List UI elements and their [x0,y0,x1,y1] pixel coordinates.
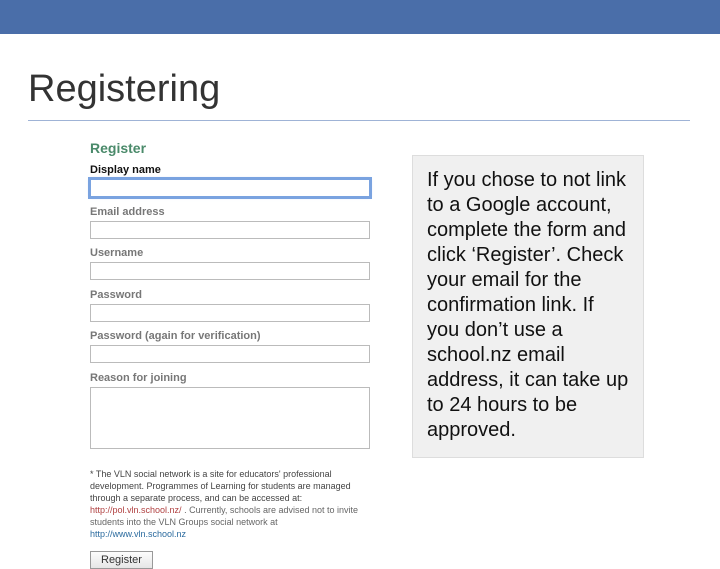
title-underline [28,120,690,121]
input-password2[interactable] [90,345,370,363]
label-password2: Password (again for verification) [90,330,390,342]
label-username: Username [90,247,390,259]
register-button[interactable]: Register [90,551,153,569]
label-reason: Reason for joining [90,372,390,384]
form-footnote: * The VLN social network is a site for e… [90,468,370,541]
footnote-link-2[interactable]: http://www.vln.school.nz [90,529,186,539]
label-display-name: Display name [90,164,390,176]
label-password: Password [90,289,390,301]
input-reason[interactable] [90,387,370,449]
input-username[interactable] [90,262,370,280]
register-form-screenshot: Register Display name Email address User… [90,140,390,569]
slide-title: Registering [28,68,220,111]
input-email[interactable] [90,221,370,239]
callout-text: If you chose to not link to a Google acc… [427,169,628,441]
footnote-link-1[interactable]: http://pol.vln.school.nz/ [90,505,182,515]
input-password[interactable] [90,304,370,322]
form-header: Register [90,140,390,156]
instruction-callout: If you chose to not link to a Google acc… [412,155,644,458]
slide: Registering Register Display name Email … [0,0,720,540]
input-display-name[interactable] [90,179,370,197]
label-email: Email address [90,206,390,218]
top-accent-bar [0,0,720,34]
footnote-text-1: * The VLN social network is a site for e… [90,469,351,503]
register-button-row: Register [90,550,390,569]
